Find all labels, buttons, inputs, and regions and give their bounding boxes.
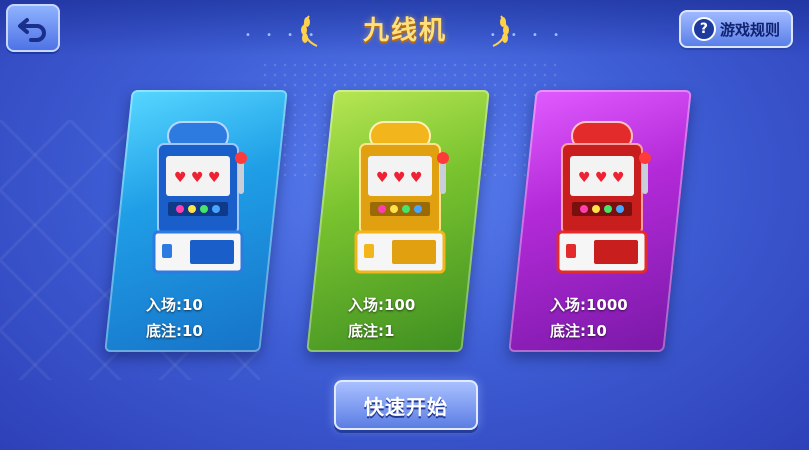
room-bet-text: 底注:10 bbox=[146, 322, 203, 340]
svg-text:♥: ♥ bbox=[191, 170, 204, 186]
slot-machine-icon: ♥ ♥ ♥ bbox=[556, 121, 651, 274]
svg-text:♥: ♥ bbox=[578, 170, 591, 186]
title-area: • • • • 九线机 • • • • bbox=[245, 6, 559, 50]
game-rules-label: 游戏规则 bbox=[719, 20, 780, 39]
room-card-green[interactable]: ♥ ♥ ♥ 入场:100 底注:1 bbox=[306, 90, 490, 352]
room-entry-text: 入场:10 bbox=[146, 296, 203, 314]
quick-start-button[interactable]: 快速开始 bbox=[334, 380, 478, 430]
svg-text:♥: ♥ bbox=[410, 170, 423, 186]
slot-machine-icon: ♥ ♥ ♥ bbox=[152, 121, 247, 274]
svg-text:♥: ♥ bbox=[595, 170, 608, 186]
svg-text:♥: ♥ bbox=[393, 170, 406, 186]
laurel-left-icon bbox=[301, 15, 318, 47]
room-card-blue[interactable]: ♥ ♥ ♥ 入场:10 底注:10 bbox=[104, 90, 288, 352]
room-bet-text: 底注:10 bbox=[550, 322, 607, 340]
title-dots-right: • • • • bbox=[489, 30, 565, 41]
room-entry-text: 入场:100 bbox=[348, 296, 416, 314]
page-title: 九线机 bbox=[362, 15, 447, 46]
question-icon: ? bbox=[691, 17, 716, 41]
quick-start-label: 快速开始 bbox=[364, 394, 448, 419]
room-card-purple[interactable]: ♥ ♥ ♥ 入场:1000 底注:10 bbox=[508, 90, 692, 352]
svg-text:♥: ♥ bbox=[612, 170, 625, 186]
game-rules-button[interactable]: ? 游戏规则 bbox=[679, 10, 793, 48]
room-bet-text: 底注:1 bbox=[348, 322, 395, 340]
slot-machine-icon: ♥ ♥ ♥ bbox=[354, 121, 449, 274]
back-arrow-icon bbox=[18, 18, 46, 42]
svg-text:♥: ♥ bbox=[208, 170, 221, 186]
back-button[interactable] bbox=[6, 4, 60, 52]
svg-text:♥: ♥ bbox=[376, 170, 389, 186]
room-entry-text: 入场:1000 bbox=[550, 296, 628, 314]
svg-text:♥: ♥ bbox=[174, 170, 187, 186]
